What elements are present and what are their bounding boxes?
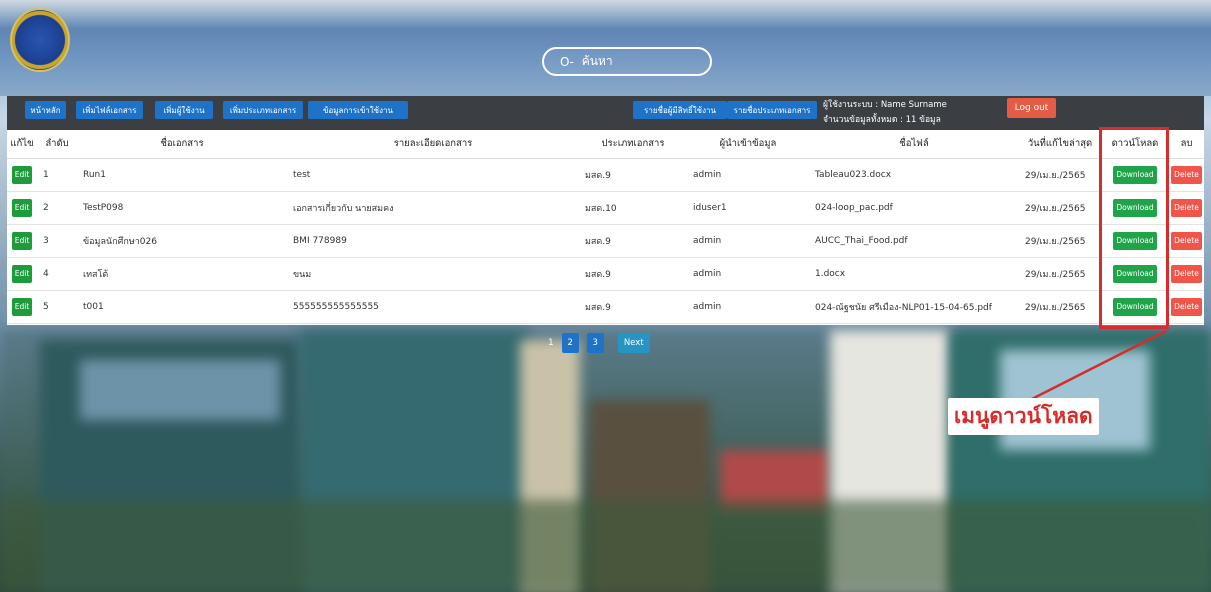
download-column-highlight <box>1099 127 1169 329</box>
navbar: หน้าหลัก เพิ่มไฟล์เอกสาร เพิ่มผู้ใช้งาน … <box>7 96 1204 130</box>
row-doc-type: มสด.9 <box>579 290 687 324</box>
delete-button[interactable]: Delete <box>1171 198 1202 217</box>
page-button[interactable]: 3 <box>586 333 604 353</box>
header-doc-type: ประเภทเอกสาร <box>579 130 687 159</box>
row-doc-detail: test <box>287 158 579 192</box>
header-doc-name: ชื่อเอกสาร <box>77 130 287 159</box>
row-doc-type: มสด.9 <box>579 257 687 291</box>
table-row: Edit 5 t001 555555555555555 มสด.9 admin … <box>7 290 1204 324</box>
row-doc-detail: เอกสารเกี่ยวกับ นายสมคง <box>287 191 579 225</box>
header-importer: ผู้นำเข้าข้อมูล <box>687 130 809 159</box>
search-button[interactable]: O‑ ค้นหา <box>542 47 712 76</box>
row-doc-name: TestP098 <box>77 191 287 225</box>
row-file-name: AUCC_Thai_Food.pdf <box>809 224 1019 258</box>
row-file-name: 1.docx <box>809 257 1019 291</box>
download-menu-callout: เมนูดาวน์โหลด <box>948 398 1099 435</box>
row-no: 5 <box>37 290 77 324</box>
edit-button[interactable]: Edit <box>12 198 32 217</box>
row-date: 29/เม.ย./2565 <box>1019 158 1101 192</box>
table-row: Edit 1 Run1 test มสด.9 admin Tableau023.… <box>7 158 1204 192</box>
delete-button[interactable]: Delete <box>1171 297 1202 316</box>
current-user: ผู้ใช้งานระบบ : Name Surname <box>823 100 947 110</box>
row-doc-name: t001 <box>77 290 287 324</box>
row-importer: iduser1 <box>687 191 809 225</box>
row-doc-type: มสด.9 <box>579 158 687 192</box>
nav-home-button[interactable]: หน้าหลัก <box>25 101 66 119</box>
university-logo <box>10 8 70 72</box>
row-file-name: 024-ณัฐชนัย ศรีเมือง-NLP01-15-04-65.pdf <box>809 290 1019 324</box>
search-label: ค้นหา <box>581 54 613 68</box>
edit-button[interactable]: Edit <box>12 297 32 316</box>
user-info: ผู้ใช้งานระบบ : Name Surname จำนวนข้อมูล… <box>823 98 947 128</box>
page-current: 1 <box>548 338 554 348</box>
edit-button[interactable]: Edit <box>12 231 32 250</box>
edit-button[interactable]: Edit <box>12 165 32 184</box>
row-no: 1 <box>37 158 77 192</box>
table-row: Edit 2 TestP098 เอกสารเกี่ยวกับ นายสมคง … <box>7 191 1204 225</box>
table-row: Edit 3 ข้อมูลนักศึกษา026 BMI 778989 มสด.… <box>7 224 1204 258</box>
row-importer: admin <box>687 224 809 258</box>
row-doc-name: เทสโต้ <box>77 257 287 291</box>
key-icon: O‑ <box>560 54 574 69</box>
row-date: 29/เม.ย./2565 <box>1019 290 1101 324</box>
row-doc-detail: BMI 778989 <box>287 224 579 258</box>
row-date: 29/เม.ย./2565 <box>1019 224 1101 258</box>
row-doc-type: มสด.9 <box>579 224 687 258</box>
edit-button[interactable]: Edit <box>12 264 32 283</box>
nav-add-doc-type-button[interactable]: เพิ่มประเภทเอกสาร <box>223 101 303 119</box>
row-no: 4 <box>37 257 77 291</box>
nav-doc-type-list-button[interactable]: รายชื่อประเภทเอกสาร <box>727 101 817 119</box>
delete-button[interactable]: Delete <box>1171 165 1202 184</box>
header-no: ลำดับ <box>37 130 77 159</box>
next-page-button[interactable]: Next <box>617 333 650 353</box>
row-importer: admin <box>687 158 809 192</box>
delete-button[interactable]: Delete <box>1171 264 1202 283</box>
row-importer: admin <box>687 290 809 324</box>
row-date: 29/เม.ย./2565 <box>1019 191 1101 225</box>
header-file-name: ชื่อไฟล์ <box>809 130 1019 159</box>
nav-add-user-button[interactable]: เพิ่มผู้ใช้งาน <box>155 101 213 119</box>
logout-button[interactable]: Log out <box>1007 98 1056 118</box>
row-date: 29/เม.ย./2565 <box>1019 257 1101 291</box>
row-doc-name: ข้อมูลนักศึกษา026 <box>77 224 287 258</box>
row-doc-name: Run1 <box>77 158 287 192</box>
row-file-name: Tableau023.docx <box>809 158 1019 192</box>
nav-access-log-button[interactable]: ข้อมูลการเข้าใช้งาน <box>308 101 408 119</box>
row-file-name: 024-loop_pac.pdf <box>809 191 1019 225</box>
table-header-row: แก้ไข ลำดับ ชื่อเอกสาร รายละเอียดเอกสาร … <box>7 130 1204 159</box>
record-count: จำนวนข้อมูลทั้งหมด : 11 ข้อมูล <box>823 115 941 125</box>
header-last-modified: วันที่แก้ไขล่าสุด <box>1019 130 1101 159</box>
row-no: 2 <box>37 191 77 225</box>
row-no: 3 <box>37 224 77 258</box>
row-importer: admin <box>687 257 809 291</box>
documents-table: แก้ไข ลำดับ ชื่อเอกสาร รายละเอียดเอกสาร … <box>7 130 1204 325</box>
page-button[interactable]: 2 <box>561 333 579 353</box>
row-doc-type: มสด.10 <box>579 191 687 225</box>
table-row: Edit 4 เทสโต้ ขนม มสด.9 admin 1.docx 29/… <box>7 257 1204 291</box>
nav-user-list-button[interactable]: รายชื่อผู้มีสิทธิ์ใช้งาน <box>633 101 727 119</box>
nav-add-file-button[interactable]: เพิ่มไฟล์เอกสาร <box>76 101 143 119</box>
header-edit: แก้ไข <box>7 130 37 159</box>
row-doc-detail: ขนม <box>287 257 579 291</box>
header-doc-detail: รายละเอียดเอกสาร <box>287 130 579 159</box>
header-delete: ลบ <box>1169 130 1204 159</box>
pagination: 1 2 3 Next <box>548 333 650 353</box>
delete-button[interactable]: Delete <box>1171 231 1202 250</box>
row-doc-detail: 555555555555555 <box>287 290 579 324</box>
